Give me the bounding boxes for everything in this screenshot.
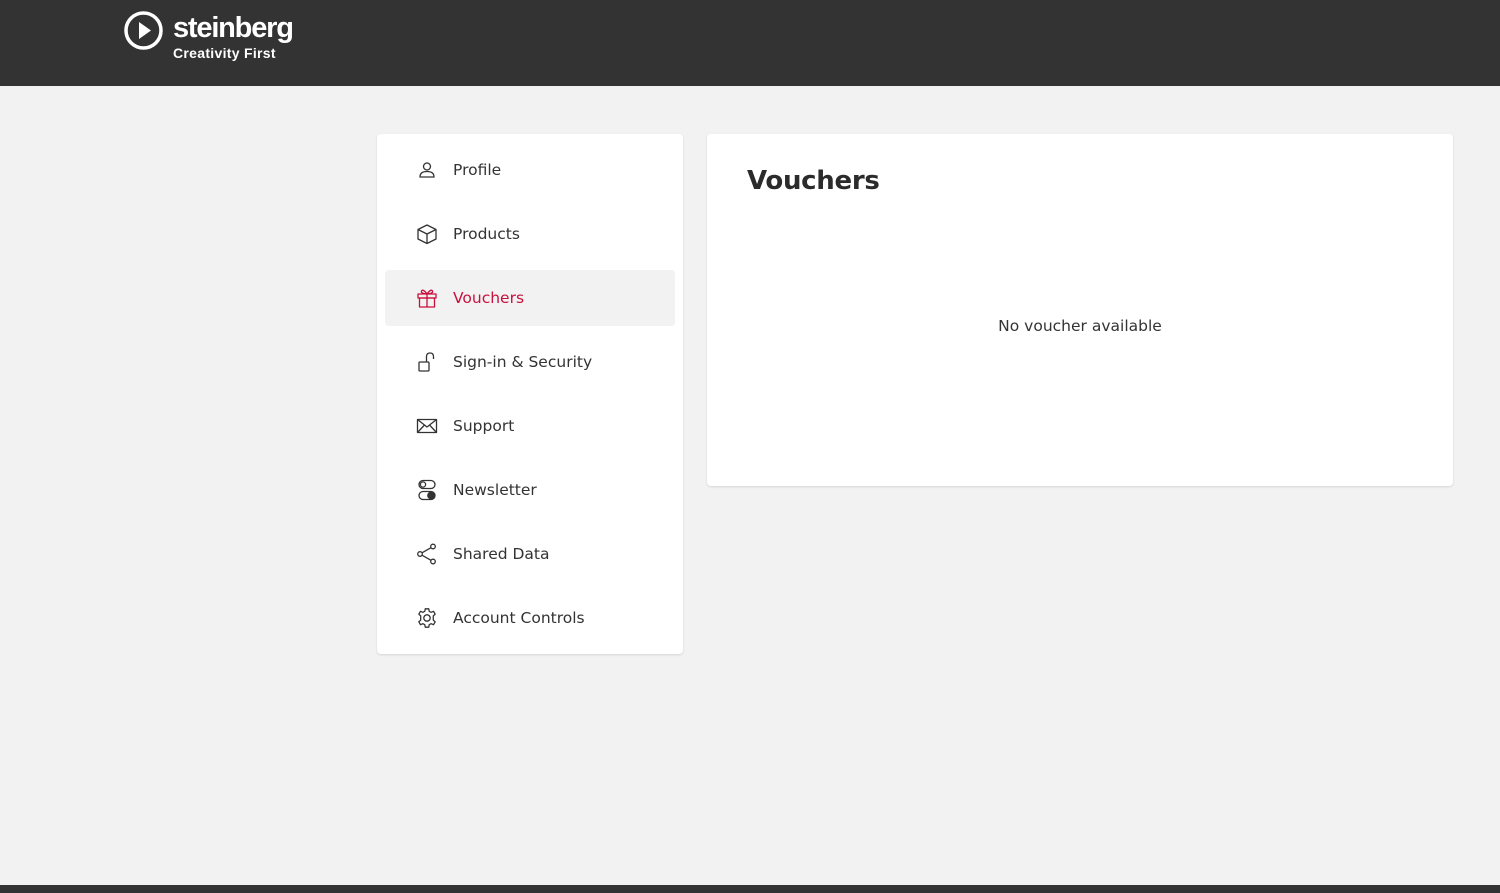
gift-icon [416, 287, 438, 309]
sidebar-item-support[interactable]: Support [385, 398, 675, 454]
sidebar-item-label: Account Controls [453, 609, 585, 627]
sidebar-item-label: Profile [453, 161, 502, 179]
sidebar-item-profile[interactable]: Profile [385, 142, 675, 198]
person-icon [416, 159, 438, 181]
empty-state-message: No voucher available [998, 317, 1162, 335]
sidebar-item-label: Newsletter [453, 481, 537, 499]
sidebar-item-label: Sign-in & Security [453, 353, 593, 371]
sidebar-item-newsletter[interactable]: Newsletter [385, 462, 675, 518]
top-header-bar: steinberg Creativity First [0, 0, 1500, 86]
vouchers-panel: Vouchers No voucher available [707, 134, 1453, 486]
brand-tagline: Creativity First [173, 45, 276, 61]
envelope-icon [416, 415, 438, 437]
toggles-icon [416, 479, 438, 501]
account-sidebar: Profile Products Vouchers Sign-in & Secu… [377, 134, 683, 654]
sidebar-item-label: Support [453, 417, 515, 435]
sidebar-item-vouchers[interactable]: Vouchers [385, 270, 675, 326]
sidebar-item-account-controls[interactable]: Account Controls [385, 590, 675, 646]
sidebar-item-label: Products [453, 225, 520, 243]
steinberg-logo[interactable]: steinberg Creativity First [123, 10, 294, 64]
footer-bar [0, 885, 1500, 893]
brand-name: steinberg [173, 12, 294, 44]
unlock-icon [416, 351, 438, 373]
sidebar-item-label: Shared Data [453, 545, 550, 563]
sidebar-item-shared-data[interactable]: Shared Data [385, 526, 675, 582]
box-icon [416, 223, 438, 245]
gear-icon [416, 607, 438, 629]
page-title: Vouchers [747, 166, 880, 196]
share-icon [416, 543, 438, 565]
sidebar-item-products[interactable]: Products [385, 206, 675, 262]
sidebar-item-sign-in-security[interactable]: Sign-in & Security [385, 334, 675, 390]
play-logo-icon [124, 11, 163, 50]
sidebar-item-label: Vouchers [453, 289, 525, 307]
